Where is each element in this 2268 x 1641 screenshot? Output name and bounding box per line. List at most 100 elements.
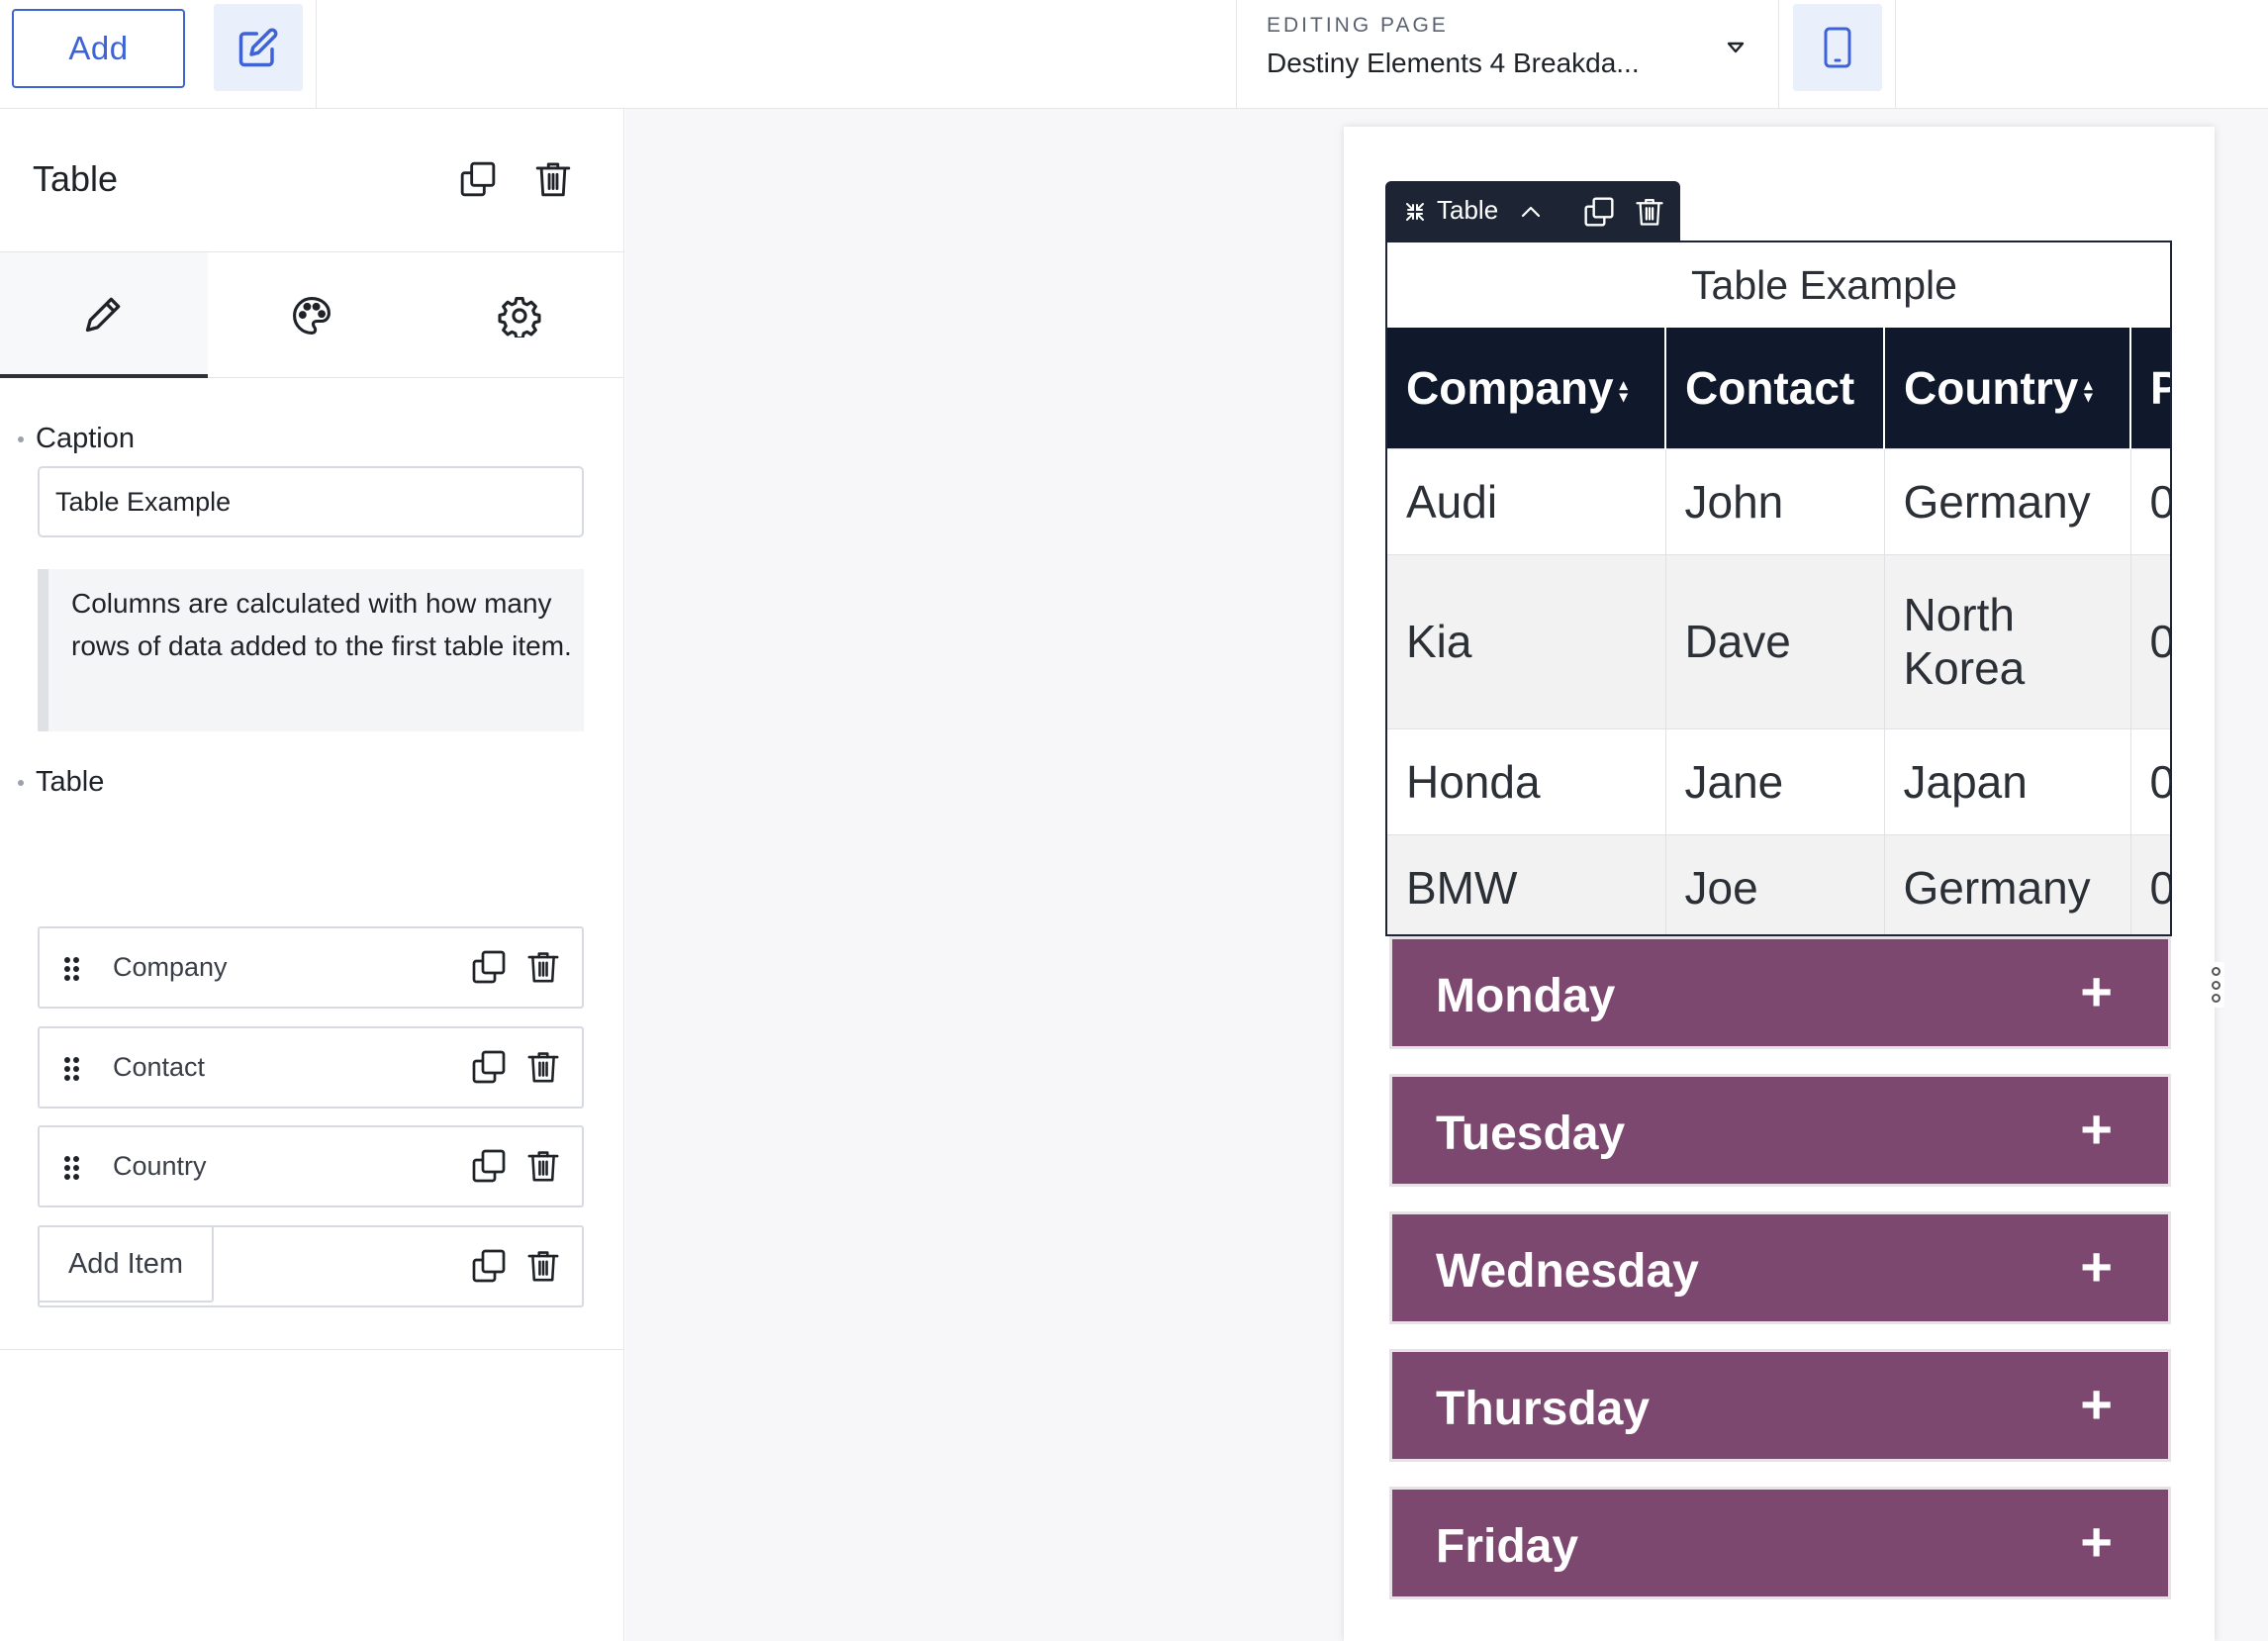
- duplicate-icon[interactable]: [471, 949, 507, 985]
- table-cell: Germany: [1884, 447, 2131, 554]
- settings-panel: Table Caption Table Example Columns are …: [0, 109, 624, 1641]
- table-cell: 0: [2130, 727, 2170, 834]
- table-item[interactable]: Country: [38, 1125, 584, 1207]
- trash-icon[interactable]: [534, 160, 572, 198]
- table-cell: Joe: [1665, 833, 1885, 934]
- drag-handle-icon[interactable]: [63, 956, 81, 982]
- accordion-title: Thursday: [1436, 1383, 1651, 1435]
- divider: [1895, 0, 1896, 109]
- table-row: BMW Joe Germany 0: [1387, 833, 2170, 934]
- table-cell: 0: [2130, 553, 2170, 728]
- trash-icon[interactable]: [1635, 196, 1664, 228]
- table-cell: North Korea: [1884, 553, 2131, 728]
- plus-icon[interactable]: +: [2080, 1097, 2113, 1161]
- pencil-icon: [85, 297, 121, 332]
- data-table: Company▴▾ Contact Country▴▾ P Audi John …: [1387, 328, 2170, 934]
- table-cell: Germany: [1884, 833, 2131, 934]
- table-item[interactable]: Contact: [38, 1025, 584, 1109]
- table-cell: Dave: [1665, 553, 1885, 728]
- drag-handle-icon[interactable]: [63, 1056, 81, 1082]
- trash-icon[interactable]: [526, 949, 560, 985]
- top-bar: Add EDITING PAGE Destiny Elements 4 Brea…: [0, 0, 2268, 109]
- gear-icon: [498, 296, 541, 338]
- add-item-button[interactable]: Add Item: [38, 1225, 214, 1303]
- block-type-label: Table: [1437, 195, 1499, 225]
- table-item-label: Company: [113, 952, 228, 982]
- tab-content[interactable]: [0, 252, 208, 378]
- table-block[interactable]: Table Example Company ▴ ▾ Contact Country ▴…: [1385, 241, 2172, 936]
- tab-settings[interactable]: [416, 252, 623, 378]
- drag-handle-icon[interactable]: [63, 1155, 81, 1181]
- table-item[interactable]: Company: [38, 926, 584, 1009]
- table-header-row: Company▴▾ Contact Country▴▾ P: [1387, 328, 2170, 448]
- table-caption: Table Example: [1691, 262, 1957, 308]
- duplicate-icon[interactable]: [459, 160, 497, 198]
- edit-button[interactable]: [214, 4, 303, 91]
- columns-notice: Columns are calculated with how many row…: [38, 569, 584, 731]
- table-cell: BMW: [1387, 833, 1666, 934]
- page-selector[interactable]: EDITING PAGE Destiny Elements 4 Breakda.…: [1267, 14, 1640, 79]
- sort-icon[interactable]: ▴ ▾: [1620, 377, 1628, 405]
- panel-title: Table: [33, 158, 119, 199]
- editing-page-title: Destiny Elements 4 Breakda...: [1267, 48, 1640, 78]
- trash-icon[interactable]: [526, 1248, 560, 1284]
- caret-down-icon[interactable]: [1726, 40, 1746, 55]
- duplicate-icon[interactable]: [471, 1248, 507, 1284]
- table-block-toolbar[interactable]: Table: [1385, 181, 1680, 242]
- accordion-item-wednesday[interactable]: Wednesday +: [1389, 1211, 2171, 1324]
- plus-icon[interactable]: +: [2080, 1234, 2113, 1299]
- mobile-icon: [1824, 27, 1851, 68]
- add-button[interactable]: Add: [12, 9, 185, 88]
- duplicate-icon[interactable]: [471, 1049, 507, 1085]
- table-label: Table: [17, 766, 105, 798]
- column-header-phone[interactable]: P: [2130, 328, 2170, 448]
- collapse-icon[interactable]: [1405, 202, 1425, 222]
- plus-icon[interactable]: +: [2080, 1509, 2113, 1574]
- divider: [316, 0, 317, 109]
- palette-icon: [293, 296, 331, 335]
- caption-input[interactable]: Table Example: [38, 466, 584, 537]
- table-cell: 0: [2130, 833, 2170, 934]
- editing-page-label: EDITING PAGE: [1267, 14, 1449, 37]
- trash-icon[interactable]: [526, 1148, 560, 1184]
- edit-icon: [238, 28, 278, 67]
- mobile-preview: Table Table Example Company ▴ ▾ Contact …: [1344, 127, 2215, 1641]
- duplicate-icon[interactable]: [1583, 196, 1615, 228]
- column-header-contact[interactable]: Contact: [1665, 328, 1885, 448]
- sort-icon[interactable]: ▴ ▾: [2084, 377, 2092, 405]
- accordion-title: Wednesday: [1436, 1245, 1699, 1298]
- divider: [1236, 0, 1237, 109]
- accordion-item-tuesday[interactable]: Tuesday +: [1389, 1074, 2171, 1187]
- duplicate-icon[interactable]: [471, 1148, 507, 1184]
- table-row: Kia Dave North Korea 0: [1387, 553, 2170, 728]
- resize-handle[interactable]: [2207, 962, 2224, 1008]
- tab-style[interactable]: [208, 252, 416, 378]
- table-cell: Kia: [1387, 553, 1666, 728]
- table-cell: Japan: [1884, 727, 2131, 834]
- preview-canvas: Table Table Example Company ▴ ▾ Contact …: [625, 109, 2268, 1641]
- table-cell: Jane: [1665, 727, 1885, 834]
- accordion-title: Tuesday: [1436, 1108, 1626, 1160]
- accordion-item-monday[interactable]: Monday +: [1389, 936, 2171, 1049]
- table-item-label: Country: [113, 1151, 207, 1181]
- divider: [1778, 0, 1779, 109]
- table-cell: John: [1665, 447, 1885, 554]
- table-cell: Audi: [1387, 447, 1666, 554]
- column-header-country[interactable]: Country ▴ ▾: [1884, 328, 2131, 448]
- mobile-view-button[interactable]: [1793, 4, 1882, 91]
- table-cell: 0: [2130, 447, 2170, 554]
- chevron-up-icon[interactable]: [1520, 205, 1542, 219]
- accordion-title: Friday: [1436, 1520, 1579, 1573]
- table-cell: Honda: [1387, 727, 1666, 834]
- column-header-company[interactable]: Company ▴ ▾: [1387, 328, 1666, 448]
- accordion-title: Monday: [1436, 970, 1616, 1022]
- table-item-label: Contact: [113, 1051, 206, 1082]
- table-row: Honda Jane Japan 0: [1387, 727, 2170, 834]
- accordion-item-thursday[interactable]: Thursday +: [1389, 1349, 2171, 1462]
- plus-icon[interactable]: +: [2080, 1372, 2113, 1436]
- table-row: Audi John Germany 0: [1387, 447, 2170, 554]
- accordion-item-friday[interactable]: Friday +: [1389, 1487, 2171, 1599]
- trash-icon[interactable]: [526, 1049, 560, 1085]
- divider: [0, 1349, 623, 1350]
- plus-icon[interactable]: +: [2080, 959, 2113, 1023]
